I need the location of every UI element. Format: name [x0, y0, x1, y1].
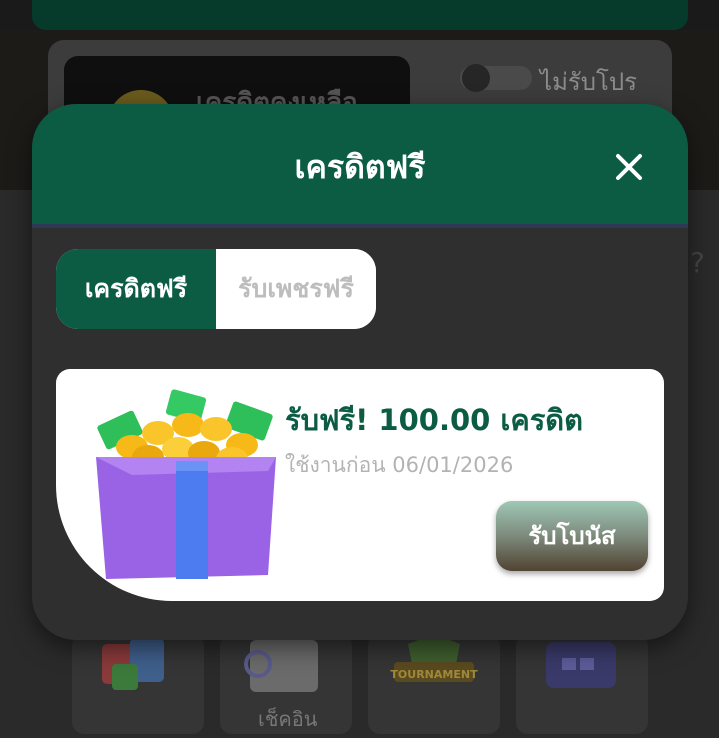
- gift-box-coins-icon: [96, 389, 276, 579]
- tab-free-diamonds[interactable]: รับเพชรฟรี: [216, 249, 376, 329]
- offer-expiry: ใช้งานก่อน 06/01/2026: [285, 453, 514, 477]
- bottom-menu-item-shop[interactable]: [72, 634, 204, 734]
- checkin-label: เช็คอิน: [258, 707, 318, 731]
- promo-toggle[interactable]: [460, 64, 532, 92]
- promo-toggle-label: ไม่รับโปร: [540, 68, 638, 96]
- offer-title: รับฟรี! 100.00 เครดิต: [285, 403, 583, 437]
- modal-title: เครดิตฟรี: [294, 148, 426, 186]
- store-icon: [546, 642, 616, 688]
- free-credit-offer-card: รับฟรี! 100.00 เครดิต ใช้งานก่อน 06/01/2…: [56, 369, 664, 601]
- free-credit-modal: เครดิตฟรี เครดิตฟรี รับเพชรฟรี รับฟรี! 1…: [32, 104, 688, 640]
- header-divider: [32, 224, 688, 228]
- bottom-menu-item-tournament[interactable]: TOURNAMENT: [368, 634, 500, 734]
- help-icon: ?: [690, 246, 705, 279]
- reward-tabs: เครดิตฟรี รับเพชรฟรี: [56, 249, 376, 329]
- top-bar: [32, 0, 688, 30]
- close-icon: [616, 154, 642, 180]
- toggle-knob: [462, 64, 490, 92]
- tab-free-credit[interactable]: เครดิตฟรี: [56, 249, 216, 329]
- tournament-icon: TOURNAMENT: [390, 634, 478, 682]
- bottom-menu-item-store[interactable]: [516, 634, 648, 734]
- shop-bag-icon: [102, 638, 164, 690]
- claim-bonus-button[interactable]: รับโบนัส: [496, 501, 648, 571]
- close-button[interactable]: [610, 148, 648, 186]
- tournament-logo-text: TOURNAMENT: [390, 668, 478, 681]
